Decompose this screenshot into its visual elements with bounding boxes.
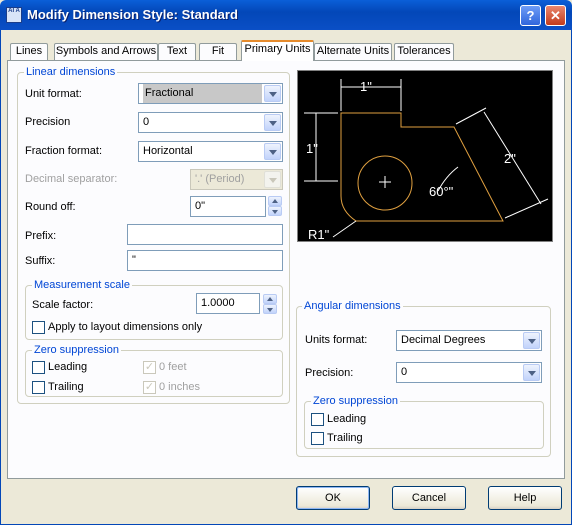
linear-dimensions-title: Linear dimensions	[24, 66, 118, 78]
help-button[interactable]: Help	[488, 486, 562, 510]
dimension-preview-drawing: 1" 1" 2" 60°" R1"	[304, 79, 549, 242]
close-icon[interactable]: ✕	[545, 5, 566, 26]
suffix-input[interactable]: "	[127, 250, 283, 271]
angular-leading-label: Leading	[327, 413, 367, 425]
dim-left-text: 1"	[306, 141, 318, 156]
angular-precision-value: 0	[401, 366, 408, 378]
round-off-spinner[interactable]	[268, 196, 282, 217]
tab-primary-units[interactable]: Primary Units	[241, 40, 314, 61]
window-title: Modify Dimension Style: Standard	[27, 7, 238, 22]
round-off-input[interactable]: 0"	[190, 196, 266, 217]
linear-trailing-label: Trailing	[48, 381, 84, 393]
angular-units-format-label: Units format:	[305, 334, 368, 346]
dim-right-ext-top	[455, 107, 487, 125]
measurement-scale-title: Measurement scale	[32, 279, 132, 291]
dim-angle-text: 60°"	[429, 184, 454, 199]
chevron-down-icon[interactable]	[264, 143, 281, 160]
spin-down-icon[interactable]	[268, 206, 282, 216]
angular-trailing-checkbox[interactable]	[311, 432, 324, 445]
cancel-button[interactable]: Cancel	[392, 486, 466, 510]
decimal-separator-value: '.' (Period)	[195, 173, 245, 185]
linear-trailing-checkbox[interactable]	[32, 381, 45, 394]
unit-format-value: Fractional	[143, 84, 262, 103]
unit-format-label: Unit format:	[25, 88, 82, 100]
chevron-down-icon	[264, 171, 281, 188]
linear-leading-label: Leading	[48, 361, 88, 373]
chevron-down-icon[interactable]	[523, 332, 540, 349]
dim-radius-text: R1"	[308, 227, 330, 241]
tab-tolerances[interactable]: Tolerances	[394, 43, 454, 60]
zero-suppression-linear-title: Zero suppression	[32, 344, 121, 356]
round-off-label: Round off:	[25, 201, 76, 213]
dim-radius-leader	[332, 220, 357, 238]
fraction-format-label: Fraction format:	[25, 145, 103, 157]
angular-units-format-value: Decimal Degrees	[401, 334, 486, 346]
help-icon[interactable]: ?	[520, 5, 541, 26]
angular-precision-select[interactable]: 0	[396, 362, 542, 383]
part-outline	[340, 112, 504, 222]
prefix-input[interactable]	[127, 224, 283, 245]
angular-precision-label: Precision:	[305, 367, 354, 379]
zero-inches-label: 0 inches	[159, 381, 200, 393]
dim-right-text: 2"	[504, 151, 516, 166]
scale-factor-spinner[interactable]	[263, 294, 277, 315]
decimal-separator-label: Decimal separator:	[25, 173, 118, 185]
apply-layout-label: Apply to layout dimensions only	[48, 321, 203, 333]
chevron-down-icon[interactable]	[264, 85, 281, 102]
ok-button[interactable]: OK	[296, 486, 370, 510]
tab-lines[interactable]: Lines	[10, 43, 48, 60]
scale-factor-input[interactable]: 1.0000	[196, 293, 260, 314]
spin-up-icon[interactable]	[263, 294, 277, 304]
suffix-label: Suffix:	[25, 255, 56, 267]
angular-leading-checkbox[interactable]	[311, 413, 324, 426]
zero-suppression-angular-title: Zero suppression	[311, 395, 400, 407]
linear-leading-checkbox[interactable]	[32, 361, 45, 374]
tab-symbols-and-arrows[interactable]: Symbols and Arrows	[54, 43, 158, 60]
precision-value: 0	[143, 116, 150, 128]
zero-inches-checkbox: ✓	[143, 381, 156, 394]
zero-feet-label: 0 feet	[159, 361, 187, 373]
angular-dimensions-title: Angular dimensions	[302, 300, 403, 312]
precision-select[interactable]: 0	[138, 112, 283, 133]
tab-text[interactable]: Text	[158, 43, 196, 60]
prefix-label: Prefix:	[25, 230, 57, 242]
dim-right-ext-bottom	[504, 198, 549, 219]
angular-units-format-select[interactable]: Decimal Degrees	[396, 330, 542, 351]
tab-alternate-units[interactable]: Alternate Units	[314, 43, 392, 60]
preview-canvas: 1" 1" 2" 60°" R1"	[297, 70, 553, 242]
spin-up-icon[interactable]	[268, 196, 282, 206]
tab-fit[interactable]: Fit	[199, 43, 237, 60]
fraction-format-value: Horizontal	[143, 145, 193, 157]
chevron-down-icon[interactable]	[523, 364, 540, 381]
app-icon: AI A	[6, 7, 22, 23]
scale-factor-label: Scale factor:	[32, 299, 94, 311]
unit-format-select[interactable]: Fractional	[138, 83, 283, 104]
angular-trailing-label: Trailing	[327, 432, 363, 444]
precision-label: Precision	[25, 116, 71, 128]
zero-feet-checkbox: ✓	[143, 361, 156, 374]
decimal-separator-select: '.' (Period)	[190, 169, 283, 190]
dim-top-text: 1"	[360, 79, 372, 94]
chevron-down-icon[interactable]	[264, 114, 281, 131]
spin-down-icon[interactable]	[263, 304, 277, 314]
apply-layout-checkbox[interactable]	[32, 321, 45, 334]
fraction-format-select[interactable]: Horizontal	[138, 141, 283, 162]
